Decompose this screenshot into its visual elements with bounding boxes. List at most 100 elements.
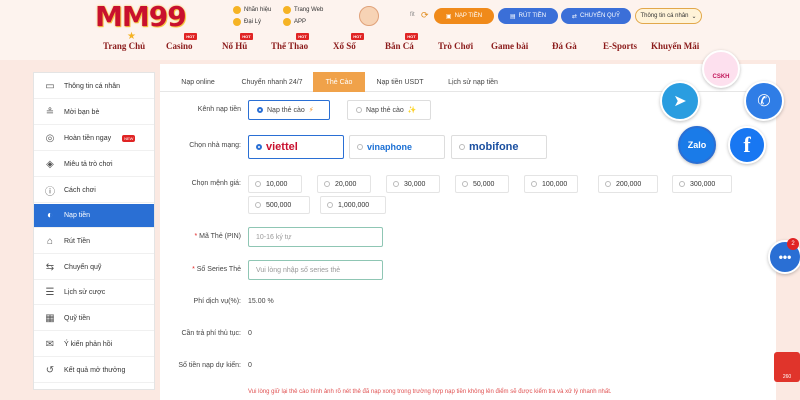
amount-option[interactable]: 500,000 [248,196,310,214]
transfer-icon: ⇆ [45,262,55,273]
phone-icon[interactable]: ✆ [744,81,784,121]
top-link-app[interactable]: APP [283,18,306,26]
amount-option[interactable]: 200,000 [598,175,658,193]
du-kien-label: Số tiền nạp dự kiến: [178,362,241,369]
nav-da-ga[interactable]: Đá Gà [552,41,577,51]
network-vinaphone[interactable]: vinaphone [349,135,445,159]
tab-the-cao[interactable]: Thẻ Cào [313,72,365,92]
menh-gia-label: Chọn mệnh giá: [191,180,241,187]
vinaphone-logo: vinaphone [367,142,413,152]
sidebar-item-results[interactable]: ↺ Kết quả mở thưởng [34,359,154,383]
deposit-button[interactable]: ▣ NẠP TIỀN [434,8,494,24]
sidebar-item-refund[interactable]: ◎ Hoàn tiền ngay NEW [34,127,154,151]
sidebar-item-transfer[interactable]: ⇆ Chuyển quỹ [34,256,154,280]
sidebar-item-game-desc[interactable]: ◈ Miêu tả trò chơi [34,153,154,177]
nav-no-hu[interactable]: HOT Nổ Hũ [222,33,253,51]
radio-icon [324,181,330,187]
amount-option[interactable]: 1,000,000 [320,196,386,214]
radio-icon [393,181,399,187]
sidebar-item-fund[interactable]: ▦ Quỹ tiền [34,307,154,331]
phi-label: Phí dịch vụ(%): [193,298,241,305]
top-link-web[interactable]: Trang Web [283,6,323,14]
deposit-note: Vui lòng giữ lại thẻ cào hình ảnh rõ nét… [248,389,612,395]
ma-the-label: * Mã Thẻ (PIN) [194,233,241,240]
radio-icon [462,181,468,187]
sidebar-item-withdraw[interactable]: ⌂ Rút Tiền [34,230,154,254]
radio-icon [679,181,685,187]
history-icon: ☰ [45,287,55,298]
amount-option[interactable]: 300,000 [672,175,732,193]
transfer-button[interactable]: ⇄ CHUYỂN QUỸ [561,8,631,24]
radio-icon [257,107,263,113]
sidebar-item-profile[interactable]: ▭ Thông tin cá nhân [34,75,154,99]
network-mobifone[interactable]: mobifone [451,135,547,159]
viettel-logo: viettel [266,141,298,153]
feedback-icon: ✉ [45,339,55,350]
mm99-logo[interactable]: MM99 [95,0,187,34]
nav-khuyen-mai[interactable]: Khuyến Mãi [651,41,699,51]
top-link-brand[interactable]: Nhãn hiệu [233,6,271,14]
amount-option[interactable]: 100,000 [524,175,578,193]
main-nav: Trang Chủ HOT Casino HOT Nổ Hũ HOT Thể Thao… [0,33,800,56]
info-icon: ⓘ [45,187,55,198]
kenh-option-1[interactable]: Nạp thẻ cào ⚡ [248,100,330,120]
account-dropdown[interactable]: Thông tin cá nhân ⌄ [635,8,702,24]
tab-usdt[interactable]: Nạp tiền USDT [365,72,435,92]
nav-tro-choi[interactable]: Trò Chơi [438,41,473,51]
customer-support-button[interactable]: CSKH [702,50,740,88]
withdraw-icon: ▤ [509,13,516,20]
nav-ban-ca[interactable]: HOT Bắn Cá [385,33,418,51]
wallet-icon: ▣ [445,13,452,20]
radio-icon [605,181,611,187]
serial-input[interactable]: Vui lòng nhập số series thẻ [248,260,383,280]
top-link-agent[interactable]: Đại Lý [233,18,261,26]
amount-option[interactable]: 50,000 [455,175,509,193]
kenh-label: Kênh nạp tiền [197,106,241,113]
nav-game-bai[interactable]: Game bài [491,41,528,51]
sidebar-item-feedback[interactable]: ✉ Ý kiến phản hồi [34,333,154,357]
new-badge: NEW [122,135,136,142]
facebook-icon[interactable]: f [728,126,766,164]
radio-icon [357,144,363,150]
agent-icon [233,18,241,26]
hot-badge: HOT [184,33,197,40]
tab-nap-online[interactable]: Nạp online [168,72,228,92]
radio-icon [327,202,333,208]
network-viettel[interactable]: viettel [248,135,344,159]
nav-casino[interactable]: HOT Casino [166,33,197,51]
amount-option[interactable]: 20,000 [317,175,371,193]
avatar[interactable] [359,6,379,26]
sidebar-item-how-to[interactable]: ⓘ Cách chơi [34,179,154,203]
zalo-icon[interactable]: Zalo [678,126,716,164]
sidebar-item-bet-history[interactable]: ☰ Lịch sử cược [34,281,154,305]
chat-badge: 2 [787,238,799,250]
exchange-icon: ⇄ [571,13,577,20]
gift-icon[interactable]: 260 [774,352,800,382]
nav-xo-so[interactable]: HOT Xổ Số [333,33,364,51]
user-id: fit [410,12,415,18]
gamepad-icon: ◈ [46,159,54,170]
tab-lich-su[interactable]: Lịch sử nạp tiền [438,72,508,92]
nav-esports[interactable]: E-Sports [603,41,637,51]
kenh-option-2[interactable]: Nạp thẻ cào ✨ [347,100,431,120]
withdraw-button[interactable]: ▤ RÚT TIỀN [498,8,558,24]
account-sidebar: ▭ Thông tin cá nhân ≗ Mời bạn bè ◎ Hoàn tiề… [33,72,155,390]
nha-mang-label: Chọn nhà mạng: [189,142,241,149]
chevron-down-icon: ⌄ [691,13,697,20]
sidebar-item-deposit[interactable]: ◐ Nạp tiền [34,204,154,228]
amount-option[interactable]: 10,000 [248,175,302,193]
telegram-icon[interactable]: ➤ [660,81,700,121]
nav-trang-chu[interactable]: Trang Chủ [103,41,145,51]
pin-input[interactable]: 10-16 ký tự [248,227,383,247]
radio-icon [255,181,261,187]
refresh-icon[interactable]: ⟳ [421,10,429,21]
sidebar-item-invite[interactable]: ≗ Mời bạn bè [34,101,154,125]
hot-badge: HOT [240,33,253,40]
nav-the-thao[interactable]: HOT Thể Thao [271,33,309,51]
tra-phi-label: Cần trả phí thủ tục: [181,330,241,337]
user-card-icon: ▭ [45,81,55,92]
amount-option[interactable]: 30,000 [386,175,440,193]
tab-chuyen-nhanh[interactable]: Chuyển nhanh 24/7 [228,72,316,92]
sparkle-icon: ✨ [407,107,417,114]
radio-icon [255,202,261,208]
